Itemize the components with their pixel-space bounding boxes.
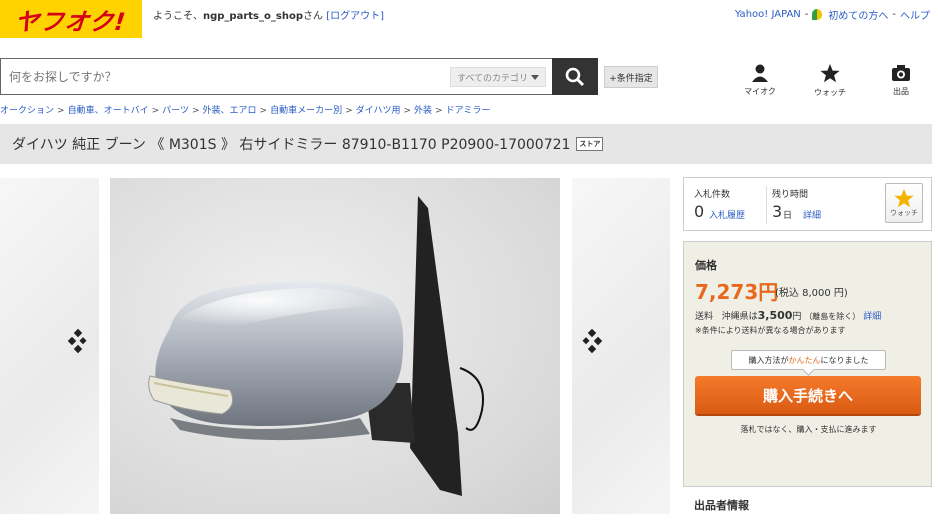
breadcrumb: オークション > 自動車、オートバイ > パーツ > 外装、エアロ > 自動車メーカー別 > ダイハ… [0, 103, 490, 116]
bid-history-link[interactable]: 入札履歴 [709, 208, 745, 221]
separator: - [892, 9, 896, 20]
price-box: 価格 7,273円 (税込 8,000 円) 送料 沖縄県は3,500円 （離島… [683, 241, 932, 487]
help-link[interactable]: ヘルプ [900, 7, 930, 22]
seller-info-heading: 出品者情報 [694, 499, 749, 512]
side-mirror-photo [148, 196, 484, 496]
dropdown-arrow-icon [531, 74, 539, 80]
price-label: 価格 [695, 259, 717, 272]
shipping-unit: 円 [792, 312, 802, 322]
tip-emphasis: かんたん [788, 355, 821, 365]
watch-button[interactable]: ウォッチ [885, 183, 923, 223]
category-label: すべてのカテゴリ [456, 73, 528, 84]
logout-link[interactable]: [ログアウト] [326, 11, 384, 22]
breadcrumb-separator: > [191, 106, 200, 116]
buy-note: 落札ではなく、購入・支払に進みます [740, 425, 877, 434]
star-icon [894, 188, 914, 207]
breadcrumb-item[interactable]: ダイハツ用 [356, 106, 401, 116]
breadcrumb-separator: > [57, 106, 65, 116]
search-icon [565, 67, 585, 86]
tip-suffix: になりました [820, 355, 869, 365]
nav-label: ウォッチ [814, 88, 846, 97]
breadcrumb-item[interactable]: 自動車、オートバイ [68, 106, 149, 116]
time-detail-link[interactable]: 詳細 [803, 208, 821, 221]
breadcrumb-separator: > [345, 106, 353, 116]
beginner-mark-icon [812, 9, 823, 20]
sell-nav[interactable]: 出品 [881, 64, 921, 97]
category-select[interactable]: すべてのカテゴリ [450, 67, 546, 87]
time-left-label: 残り時間 [772, 190, 809, 200]
welcome-message: ようこそ、ngp_parts_o_shopさん [ログアウト] [153, 7, 384, 22]
yahoo-japan-link[interactable]: Yahoo! JAPAN [735, 9, 801, 20]
watch-label: ウォッチ [890, 208, 918, 217]
breadcrumb-item[interactable]: オークション [0, 106, 54, 116]
divider [766, 186, 767, 224]
breadcrumb-separator: > [151, 106, 160, 116]
chevron-right-icon[interactable] [580, 328, 604, 358]
condition-button[interactable]: +条件指定 [604, 66, 658, 88]
bid-count-label: 入札件数 [694, 190, 731, 200]
nav-label: 出品 [893, 87, 909, 96]
welcome-suffix: さん [302, 11, 323, 22]
store-badge: ストア [576, 137, 604, 151]
bid-count-value: 0 [694, 202, 705, 221]
main-product-image[interactable] [110, 178, 560, 514]
breadcrumb-item[interactable]: 外装 [414, 106, 432, 116]
price-value: 7,273円 [695, 280, 779, 304]
shipping-info: 送料 沖縄県は3,500円 （離島を除く） 詳細 [695, 309, 881, 322]
my-auction-nav[interactable]: マイオク [740, 64, 780, 97]
breadcrumb-item[interactable]: ドアミラー [446, 106, 491, 116]
time-left-value: 3 [772, 202, 783, 221]
search-button[interactable] [552, 58, 598, 95]
camera-icon [892, 65, 910, 81]
breadcrumb-item[interactable]: パーツ [162, 106, 189, 116]
user-icon [752, 64, 768, 82]
shipping-caution: ※条件により送料が異なる場合があります [695, 326, 846, 335]
breadcrumb-separator: > [435, 106, 443, 116]
tip-prefix: 購入方法が [748, 355, 789, 365]
buy-button[interactable]: 購入手続きへ [695, 376, 921, 414]
easy-purchase-tooltip: 購入方法が かんたん になりました [731, 350, 886, 370]
search-input[interactable] [1, 59, 421, 94]
item-title-bar: ダイハツ 純正 ブーン 《 M301S 》 右サイドミラー 87910-B117… [0, 124, 932, 164]
shipping-label: 送料 [695, 312, 714, 322]
yahuoku-logo[interactable]: ヤフオク! [0, 0, 142, 38]
nav-label: マイオク [744, 87, 776, 96]
top-links: Yahoo! JAPAN - 初めての方へ - ヘルプ [735, 7, 930, 22]
time-left-unit: 日 [783, 211, 793, 221]
logo-text: ヤフオク! [13, 7, 128, 36]
shipping-note: （離島を除く） [804, 312, 861, 321]
shipping-amount: 3,500 [757, 309, 793, 322]
chevron-left-icon[interactable] [66, 328, 90, 358]
username: ngp_parts_o_shop [203, 11, 303, 22]
welcome-prefix: ようこそ、 [153, 11, 203, 22]
star-icon [820, 64, 840, 83]
first-time-link[interactable]: 初めての方へ [828, 7, 888, 22]
breadcrumb-separator: > [259, 106, 268, 116]
shipping-detail-link[interactable]: 詳細 [863, 312, 881, 322]
breadcrumb-item[interactable]: 自動車メーカー別 [270, 106, 342, 116]
item-title: ダイハツ 純正 ブーン 《 M301S 》 右サイドミラー 87910-B117… [12, 137, 571, 153]
shipping-region: 沖縄県は [721, 312, 758, 322]
breadcrumb-item[interactable]: 外装、エアロ [203, 106, 257, 116]
search-bar: すべてのカテゴリ [0, 58, 552, 95]
separator: - [804, 9, 809, 20]
breadcrumb-separator: > [403, 106, 411, 116]
price-tax: (税込 8,000 円) [775, 288, 848, 299]
watch-nav[interactable]: ウォッチ [810, 64, 850, 98]
